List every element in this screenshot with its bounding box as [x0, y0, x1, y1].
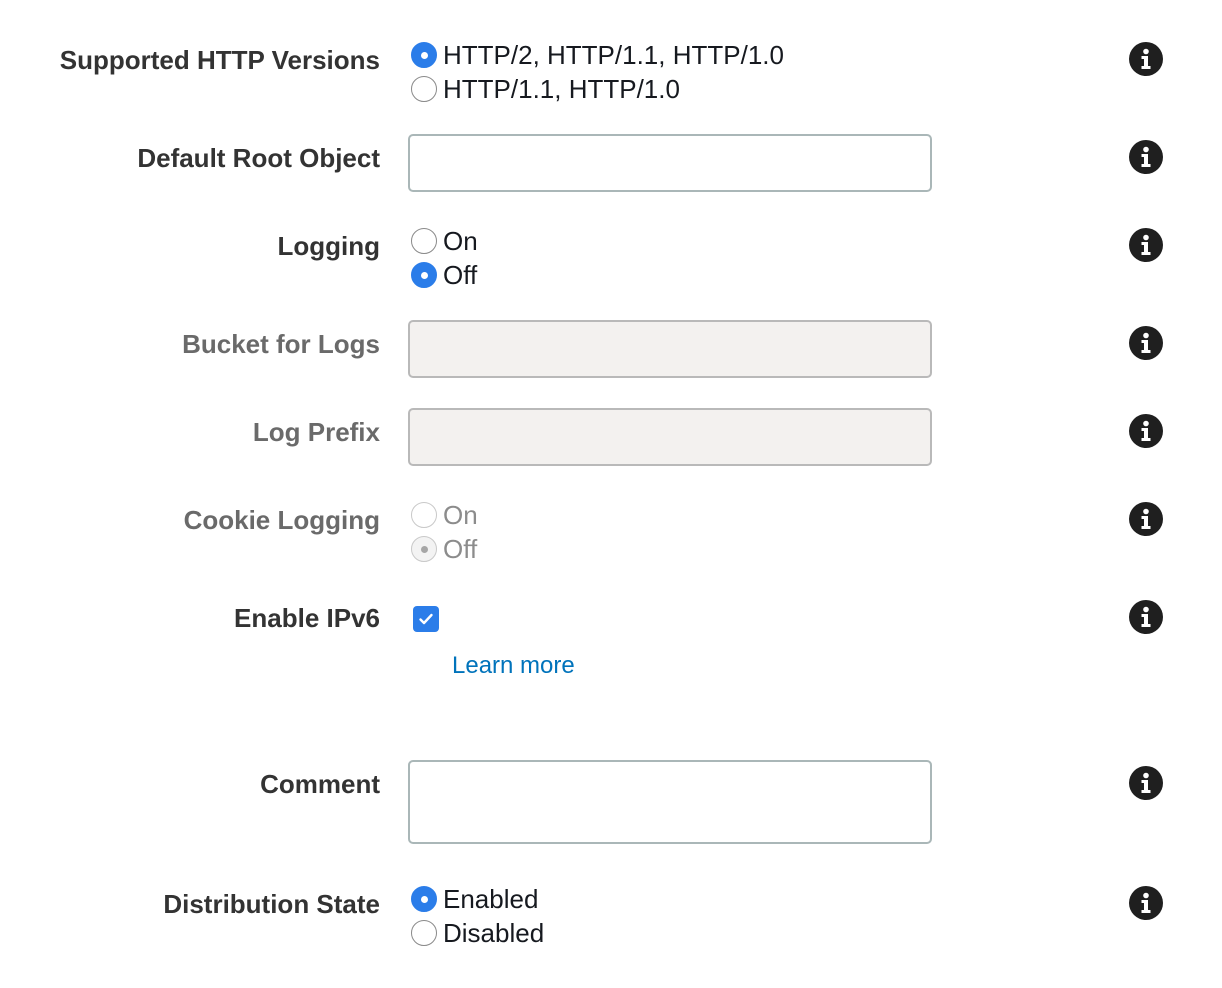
logging-option-on[interactable]: On [411, 226, 478, 256]
info-icon[interactable] [1129, 502, 1163, 536]
info-icon[interactable] [1129, 326, 1163, 360]
info-icon[interactable] [1129, 140, 1163, 174]
checkmark-icon [419, 613, 433, 625]
comment-textarea[interactable] [408, 760, 932, 844]
bucket-for-logs-input[interactable] [408, 320, 932, 378]
logging-label: Logging [277, 231, 380, 261]
radio-option-label: Enabled [443, 884, 539, 914]
radio-disabled-selected-icon[interactable] [411, 536, 437, 562]
radio-option-label: Off [443, 534, 478, 564]
info-icon[interactable] [1129, 42, 1163, 76]
http-versions-option-http11[interactable]: HTTP/1.1, HTTP/1.0 [411, 74, 680, 104]
default-root-object-label: Default Root Object [137, 143, 380, 173]
http-versions-option-http2[interactable]: HTTP/2, HTTP/1.1, HTTP/1.0 [411, 40, 784, 70]
radio-unselected-icon[interactable] [411, 920, 437, 946]
info-icon[interactable] [1129, 766, 1163, 800]
enable-ipv6-label: Enable IPv6 [234, 603, 380, 633]
info-icon[interactable] [1129, 414, 1163, 448]
log-prefix-input[interactable] [408, 408, 932, 466]
logging-option-off[interactable]: Off [411, 260, 477, 290]
bucket-for-logs-label: Bucket for Logs [182, 329, 380, 359]
cookie-logging-option-on[interactable]: On [411, 500, 478, 530]
info-icon[interactable] [1129, 886, 1163, 920]
radio-option-label: Off [443, 260, 478, 290]
radio-option-label: On [443, 226, 478, 256]
supported-http-versions-label: Supported HTTP Versions [59, 45, 380, 75]
cookie-logging-label: Cookie Logging [183, 505, 380, 535]
distribution-state-label: Distribution State [163, 889, 380, 919]
default-root-object-input[interactable] [408, 134, 932, 192]
radio-unselected-icon[interactable] [411, 228, 437, 254]
distribution-state-option-enabled[interactable]: Enabled [411, 884, 538, 914]
log-prefix-label: Log Prefix [252, 417, 380, 447]
radio-selected-icon[interactable] [411, 886, 437, 912]
radio-option-label: HTTP/2, HTTP/1.1, HTTP/1.0 [443, 40, 784, 70]
info-icon[interactable] [1129, 228, 1163, 262]
distribution-state-option-disabled[interactable]: Disabled [411, 918, 544, 948]
radio-unselected-icon[interactable] [411, 76, 437, 102]
radio-disabled-icon[interactable] [411, 502, 437, 528]
comment-label: Comment [260, 769, 380, 799]
enable-ipv6-checkbox[interactable] [413, 606, 439, 632]
radio-option-label: Disabled [443, 918, 545, 948]
cookie-logging-option-off[interactable]: Off [411, 534, 477, 564]
radio-selected-icon[interactable] [411, 42, 437, 68]
radio-selected-icon[interactable] [411, 262, 437, 288]
radio-option-label: On [443, 500, 478, 530]
learn-more-link[interactable]: Learn more [452, 651, 575, 681]
radio-option-label: HTTP/1.1, HTTP/1.0 [443, 74, 680, 104]
info-icon[interactable] [1129, 600, 1163, 634]
